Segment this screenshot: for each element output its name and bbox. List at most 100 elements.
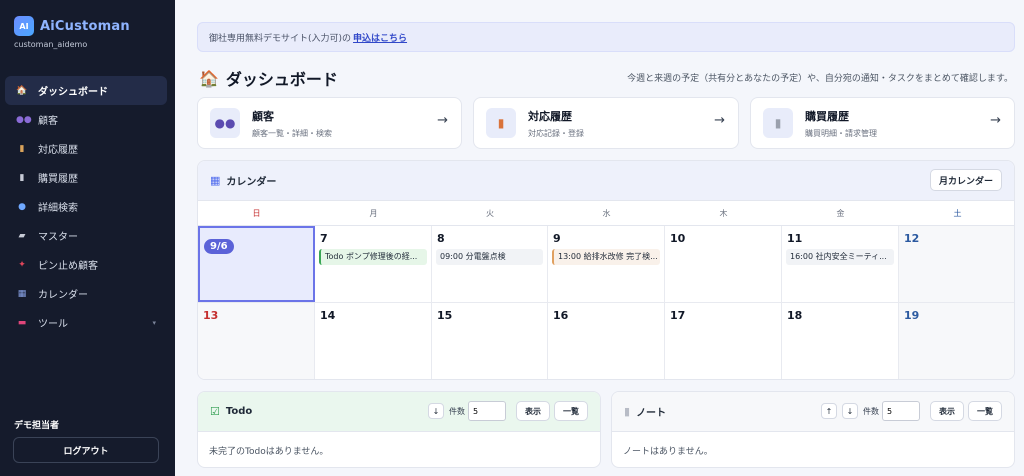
house-icon: 🏠 [16, 85, 28, 96]
calendar-icon: ▦ [210, 174, 221, 187]
clipboard-icon: ▮ [486, 108, 516, 138]
day-number: 11 [787, 232, 803, 245]
sidebar-item-advanced-search[interactable]: ● 詳細検索 [5, 192, 167, 221]
todo-empty-message: 未完了のTodoはありません。 [209, 447, 329, 457]
day-number: 17 [670, 309, 686, 322]
note-header: ▮ ノート ↑ ↓ 件数 表示 一覧 [612, 392, 1014, 432]
calendar-day-today[interactable]: 9/6 [198, 226, 315, 302]
calendar-event[interactable]: 13:00 給排水改修 完了検... [552, 249, 660, 265]
todo-title: ☑ Todo [210, 405, 252, 418]
clipboard-icon: ▮ [19, 143, 25, 154]
todo-count-input[interactable] [468, 401, 506, 421]
sidebar-item-contact-history[interactable]: ▮ 対応履歴 [5, 134, 167, 163]
calendar-event[interactable]: 16:00 社内安全ミーティ... [786, 249, 894, 265]
note-icon: ▮ [624, 405, 631, 418]
arrow-down-icon: ↓ [846, 406, 854, 416]
calendar-day[interactable]: 14 [315, 303, 432, 379]
sidebar-item-pinned-customers[interactable]: ✦ ピン止め顧客 [5, 250, 167, 279]
note-count-input[interactable] [882, 401, 920, 421]
sort-down-button[interactable]: ↓ [428, 403, 444, 419]
note-panel: ▮ ノート ↑ ↓ 件数 表示 一覧 ノートはありません。 [611, 391, 1015, 468]
sidebar: AI AiCustoman customan_aidemo 🏠 ダッシュボード … [0, 0, 175, 476]
people-icon: ●● [210, 108, 240, 138]
calendar-week: 13 14 15 16 17 18 19 [198, 303, 1014, 379]
calendar-day[interactable]: 10 [665, 226, 782, 302]
note-show-button[interactable]: 表示 [930, 401, 964, 421]
calendar-event[interactable]: Todo ポンプ修理後の経... [319, 249, 427, 265]
todo-list-button[interactable]: 一覧 [554, 401, 588, 421]
card-contact-history[interactable]: ▮ 対応履歴 対応記録・登録 → [473, 97, 739, 149]
day-number: 13 [203, 309, 219, 322]
sidebar-item-customers[interactable]: ●● 顧客 [5, 105, 167, 134]
day-number: 18 [787, 309, 803, 322]
note-list-button[interactable]: 一覧 [968, 401, 1002, 421]
apply-link[interactable]: 申込はこちら [353, 31, 407, 44]
calendar-day[interactable]: 16 [548, 303, 665, 379]
calendar-day[interactable]: 15 [432, 303, 548, 379]
sidebar-item-label: 対応履歴 [38, 145, 78, 156]
page-title: 🏠 ダッシュボード [199, 66, 338, 90]
day-number: 15 [437, 309, 453, 322]
month-calendar-button[interactable]: 月カレンダー [929, 169, 1002, 191]
sort-down-button[interactable]: ↓ [842, 403, 858, 419]
card-subtitle: 購買明細・請求管理 [805, 128, 877, 138]
calendar-title-text: カレンダー [226, 177, 277, 188]
tag-icon: ▰ [18, 230, 26, 241]
page-description: 今週と来週の予定（共有分とあなたの予定）や、自分宛の通知・タスクをまとめて確認し… [627, 74, 1013, 84]
calendar-day[interactable]: 12 [899, 226, 1014, 302]
sidebar-item-label: 購買履歴 [38, 174, 78, 185]
calendar-day[interactable]: 18 [782, 303, 899, 379]
house-icon: 🏠 [199, 68, 219, 88]
sidebar-item-purchase-history[interactable]: ▮ 購買履歴 [5, 163, 167, 192]
calendar-day[interactable]: 9 13:00 給排水改修 完了検... [548, 226, 665, 302]
weekday-label: 金 [836, 208, 845, 218]
sidebar-item-calendar[interactable]: ▦ カレンダー [5, 279, 167, 308]
card-title: 顧客 [252, 109, 274, 123]
card-purchase-history[interactable]: ▮ 購買履歴 購買明細・請求管理 → [750, 97, 1015, 149]
day-number: 7 [320, 232, 328, 245]
count-label: 件数 [449, 406, 465, 416]
sidebar-item-master[interactable]: ▰ マスター [5, 221, 167, 250]
weekday-label: 土 [953, 208, 962, 218]
card-subtitle: 顧客一覧・詳細・検索 [252, 128, 332, 138]
card-customers[interactable]: ●● 顧客 顧客一覧・詳細・検索 → [197, 97, 462, 149]
page-title-text: ダッシュボード [225, 70, 338, 89]
calendar-event[interactable]: 09:00 分電盤点検 [436, 249, 543, 265]
calendar-day[interactable]: 8 09:00 分電盤点検 [432, 226, 548, 302]
pin-icon: ✦ [18, 259, 26, 270]
day-number: 12 [904, 232, 920, 245]
calendar-title: ▦ カレンダー [210, 173, 276, 188]
calendar-day[interactable]: 17 [665, 303, 782, 379]
card-title: 対応履歴 [528, 109, 572, 123]
brand[interactable]: AI AiCustoman [14, 16, 130, 36]
day-number: 16 [553, 309, 569, 322]
sidebar-item-label: ピン止め顧客 [38, 261, 98, 272]
todo-show-button[interactable]: 表示 [516, 401, 550, 421]
arrow-down-icon: ↓ [432, 406, 440, 416]
calendar-day[interactable]: 19 [899, 303, 1014, 379]
calendar-day[interactable]: 13 [198, 303, 315, 379]
weekday-label: 月 [369, 208, 378, 218]
chevron-down-icon: ▾ [152, 318, 156, 327]
note-title: ▮ ノート [624, 404, 666, 419]
today-badge: 9/6 [204, 239, 234, 254]
demo-banner: 御社専用無料デモサイト(入力可)の 申込はこちら [197, 22, 1015, 52]
sidebar-item-label: 詳細検索 [38, 203, 78, 214]
note-controls: ↑ ↓ 件数 表示 一覧 [821, 401, 1002, 421]
calendar-header: ▦ カレンダー 月カレンダー [198, 161, 1014, 201]
sort-up-button[interactable]: ↑ [821, 403, 837, 419]
banner-text: 御社専用無料デモサイト(入力可)の [209, 33, 352, 44]
todo-panel: ☑ Todo ↓ 件数 表示 一覧 未完了のTodoはありません。 [197, 391, 601, 468]
sidebar-item-label: カレンダー [38, 290, 88, 301]
sidebar-item-tools[interactable]: ▬ ツール ▾ [5, 308, 167, 337]
day-number: 10 [670, 232, 686, 245]
receipt-icon: ▮ [763, 108, 793, 138]
sidebar-item-dashboard[interactable]: 🏠 ダッシュボード [5, 76, 167, 105]
sidebar-item-label: ダッシュボード [38, 87, 108, 98]
calendar-panel: ▦ カレンダー 月カレンダー 日 月 火 水 木 金 土 9/6 7 Todo … [197, 160, 1015, 380]
card-title: 購買履歴 [805, 109, 849, 123]
calendar-day[interactable]: 11 16:00 社内安全ミーティ... [782, 226, 899, 302]
logout-button[interactable]: ログアウト [13, 437, 159, 463]
calendar-day[interactable]: 7 Todo ポンプ修理後の経... [315, 226, 432, 302]
day-number: 9 [553, 232, 561, 245]
